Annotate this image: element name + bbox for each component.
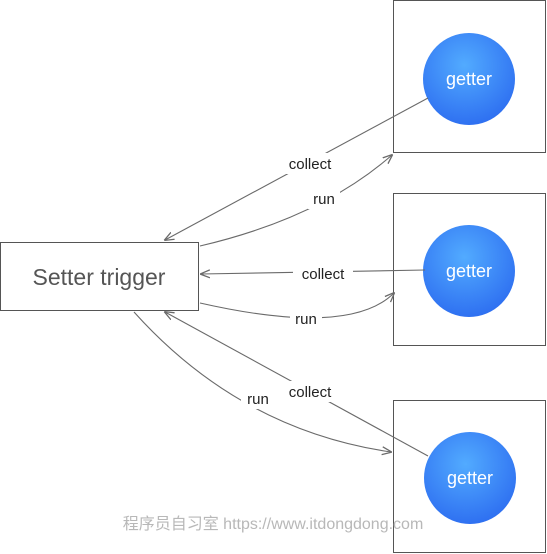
edge-label-collect-top: collect (289, 156, 332, 173)
getter-label-top: getter (446, 69, 492, 89)
edge-label-run-middle: run (295, 311, 317, 328)
getter-label-middle: getter (446, 261, 492, 281)
diagram: Setter trigger getter getter getter coll… (0, 0, 546, 553)
edge-label-collect-middle: collect (302, 266, 345, 283)
getter-label-bottom: getter (447, 468, 493, 488)
setter-trigger-node: Setter trigger (0, 242, 199, 311)
watermark-text: 程序员自习室 https://www.itdongdong.com (123, 515, 424, 533)
edge-label-run-bottom: run (247, 391, 269, 408)
getter-node-top: getter (393, 0, 546, 153)
edge-run-bottom (133, 311, 391, 452)
edge-label-run-top: run (313, 191, 335, 208)
setter-trigger-label: Setter trigger (33, 264, 166, 290)
edge-label-collect-bottom: collect (289, 384, 332, 401)
getter-node-middle: getter (393, 193, 546, 346)
